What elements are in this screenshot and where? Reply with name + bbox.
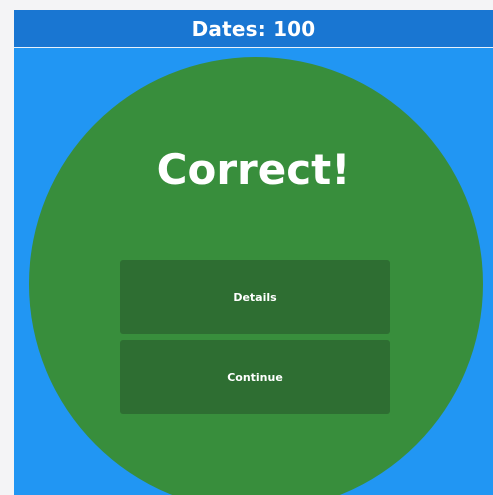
header-bar: Dates: 100 (14, 10, 493, 48)
details-button[interactable]: Details (120, 260, 390, 334)
details-button-label: Details (233, 290, 277, 304)
continue-button[interactable]: Continue (120, 340, 390, 414)
quiz-screen: Dates: 100 Correct! Details Continue (14, 10, 493, 495)
continue-button-label: Continue (227, 370, 283, 384)
header-title: Dates: 100 (191, 16, 316, 41)
result-message: Correct! (156, 145, 351, 194)
